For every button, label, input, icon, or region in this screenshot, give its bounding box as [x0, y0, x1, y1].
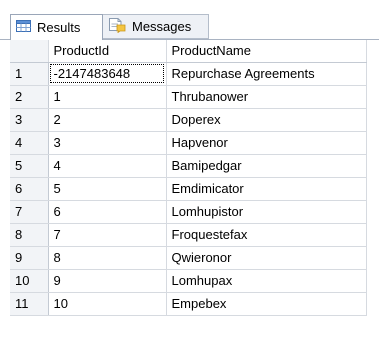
row-number-cell[interactable]: 9: [10, 246, 49, 270]
productname-cell[interactable]: Repurchase Agreements: [166, 62, 367, 86]
grid-header-row: ProductId ProductName: [10, 40, 367, 63]
table-row[interactable]: 10 9 Lomhupax: [10, 269, 367, 293]
productname-cell[interactable]: Lomhupistor: [166, 200, 367, 224]
grid-corner-cell[interactable]: [10, 40, 49, 63]
productname-cell[interactable]: Emdimicator: [166, 177, 367, 201]
row-number-cell[interactable]: 10: [10, 269, 49, 293]
productid-cell[interactable]: -2147483648: [48, 62, 167, 86]
row-number-cell[interactable]: 8: [10, 223, 49, 247]
row-number-cell[interactable]: 2: [10, 85, 49, 109]
productid-cell[interactable]: 4: [48, 154, 167, 178]
table-row[interactable]: 9 8 Qwieronor: [10, 246, 367, 270]
table-row[interactable]: 3 2 Doperex: [10, 108, 367, 132]
row-number-cell[interactable]: 7: [10, 200, 49, 224]
productname-cell[interactable]: Qwieronor: [166, 246, 367, 270]
table-row[interactable]: 5 4 Bamipedgar: [10, 154, 367, 178]
productname-cell[interactable]: Bamipedgar: [166, 154, 367, 178]
productname-cell[interactable]: Lomhupax: [166, 269, 367, 293]
row-number-cell[interactable]: 11: [10, 292, 49, 316]
productid-cell[interactable]: 7: [48, 223, 167, 247]
tab-results[interactable]: Results: [10, 14, 103, 40]
productname-cell[interactable]: Hapvenor: [166, 131, 367, 155]
productname-cell[interactable]: Froquestefax: [166, 223, 367, 247]
grid-body: 1 -2147483648 Repurchase Agreements 2 1 Thrub…: [10, 62, 367, 316]
productid-cell[interactable]: 6: [48, 200, 167, 224]
productid-cell[interactable]: 2: [48, 108, 167, 132]
productid-cell[interactable]: 1: [48, 85, 167, 109]
productid-cell[interactable]: 5: [48, 177, 167, 201]
productid-cell[interactable]: 3: [48, 131, 167, 155]
tab-messages[interactable]: Messages: [103, 14, 209, 39]
productname-cell[interactable]: Thrubanower: [166, 85, 367, 109]
row-number-cell[interactable]: 3: [10, 108, 49, 132]
productid-cell[interactable]: 10: [48, 292, 167, 316]
table-row[interactable]: 8 7 Froquestefax: [10, 223, 367, 247]
table-row[interactable]: 11 10 Empebex: [10, 292, 367, 316]
table-row[interactable]: 7 6 Lomhupistor: [10, 200, 367, 224]
messages-icon: [108, 17, 126, 36]
table-row[interactable]: 1 -2147483648 Repurchase Agreements: [10, 62, 367, 86]
results-tab-strip: Results Messages: [0, 0, 379, 40]
table-row[interactable]: 6 5 Emdimicator: [10, 177, 367, 201]
row-number-cell[interactable]: 5: [10, 154, 49, 178]
productname-cell[interactable]: Doperex: [166, 108, 367, 132]
row-number-cell[interactable]: 6: [10, 177, 49, 201]
tab-messages-label: Messages: [132, 19, 192, 34]
productid-cell[interactable]: 9: [48, 269, 167, 293]
productid-cell[interactable]: 8: [48, 246, 167, 270]
tab-results-label: Results: [37, 20, 81, 35]
productname-cell[interactable]: Empebex: [166, 292, 367, 316]
table-row[interactable]: 2 1 Thrubanower: [10, 85, 367, 109]
grid-icon: [16, 20, 31, 35]
table-row[interactable]: 4 3 Hapvenor: [10, 131, 367, 155]
row-number-cell[interactable]: 4: [10, 131, 49, 155]
row-number-cell[interactable]: 1: [10, 62, 49, 86]
results-grid: ProductId ProductName 1 -2147483648 Repurc…: [10, 40, 367, 316]
column-header-productname[interactable]: ProductName: [166, 40, 367, 63]
column-header-productid[interactable]: ProductId: [48, 40, 167, 63]
